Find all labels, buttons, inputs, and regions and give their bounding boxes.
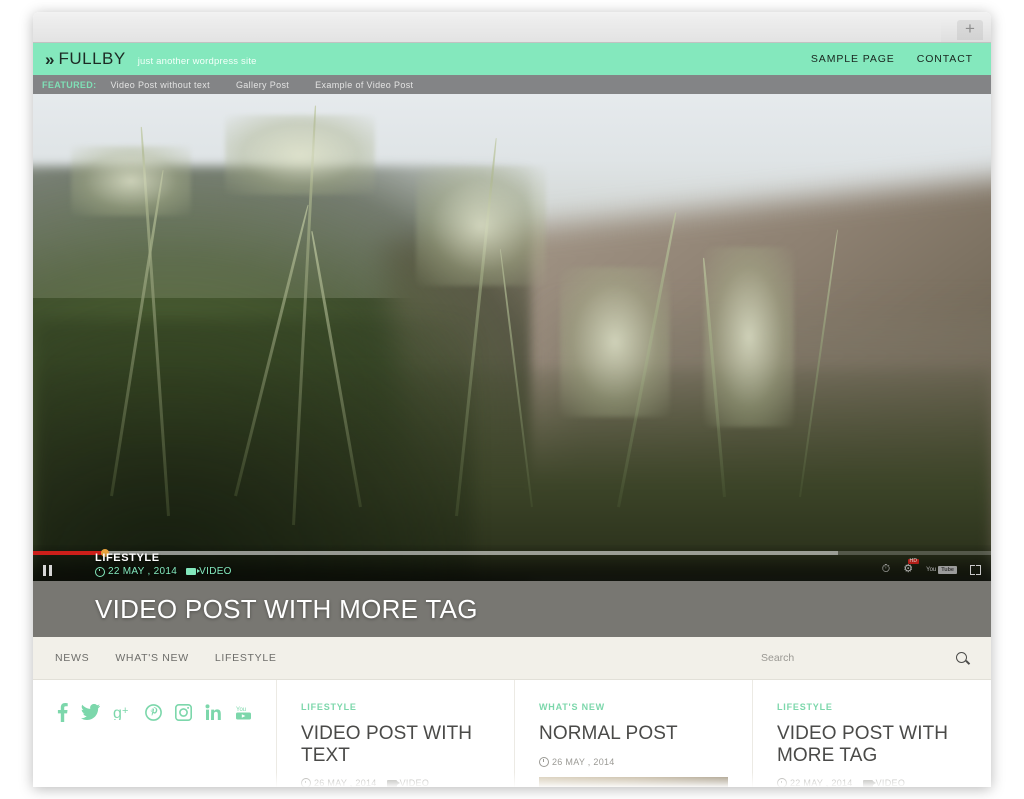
facebook-icon[interactable] [57, 702, 68, 722]
website-viewport: » FULLBY just another wordpress site SAM… [33, 43, 991, 787]
svg-text:+: + [122, 705, 128, 717]
clock-icon [539, 756, 549, 767]
post-thumbnail[interactable] [539, 776, 728, 787]
post-date: 22 MAY , 2014 [777, 778, 853, 787]
post-category[interactable]: WHAT'S NEW [539, 702, 728, 712]
post-title[interactable]: VIDEO POST WITH TEXT [301, 723, 490, 766]
nav-item-contact[interactable]: CONTACT [917, 53, 973, 65]
content-area: g+ You ⚡ [33, 680, 991, 787]
featured-item-2[interactable]: Gallery Post [236, 80, 289, 90]
brand-name: FULLBY [58, 49, 126, 68]
post-format: VIDEO [386, 778, 430, 787]
twitter-icon[interactable] [81, 702, 100, 722]
video-camera-icon [862, 779, 877, 787]
post-category[interactable]: LIFESTYLE [777, 702, 967, 712]
video-controls-left [43, 565, 52, 576]
featured-ticker: FEATURED: Video Post without text Galler… [33, 75, 991, 94]
sidebar-column: g+ You ⚡ [33, 680, 277, 787]
hero-date-text: 22 MAY , 2014 [108, 566, 178, 577]
post-card-1: LIFESTYLE VIDEO POST WITH TEXT 26 MAY , … [277, 680, 515, 787]
post-date: 26 MAY , 2014 [539, 756, 615, 767]
hero-category[interactable]: LIFESTYLE [95, 552, 232, 564]
pause-icon[interactable] [43, 565, 52, 576]
post-format-text: VIDEO [399, 778, 430, 787]
hero-video-player[interactable]: ⏱ ⚙ HD You Tube LIFESTYLE 22 MAY , 2014 … [33, 75, 991, 581]
featured-item-3[interactable]: Example of Video Post [315, 80, 413, 90]
post-meta: 26 MAY , 2014 [539, 756, 728, 767]
post-title[interactable]: NORMAL POST [539, 723, 728, 745]
clock-icon [95, 566, 105, 577]
hero-date: 22 MAY , 2014 [95, 566, 177, 577]
hd-badge: HD [907, 558, 920, 564]
post-format-text: VIDEO [875, 778, 906, 787]
hero-title[interactable]: VIDEO POST WITH MORE TAG [95, 594, 478, 625]
fullscreen-icon[interactable] [970, 564, 981, 575]
clock-icon [777, 778, 787, 787]
social-links: g + You [57, 702, 252, 722]
secondary-nav-links: NEWS WHAT'S NEW LIFESTYLE [55, 652, 277, 664]
video-controls-right: ⏱ ⚙ HD You Tube [882, 559, 981, 575]
search-input[interactable] [759, 651, 946, 665]
pinterest-icon[interactable] [145, 702, 162, 722]
youtube-box: Tube [938, 565, 957, 574]
video-camera-icon [386, 779, 401, 787]
post-card-3: LIFESTYLE VIDEO POST WITH MORE TAG 22 MA… [753, 680, 991, 787]
site-tagline: just another wordpress site [137, 56, 257, 67]
site-logo[interactable]: » FULLBY just another wordpress site [45, 49, 257, 69]
instagram-icon[interactable] [175, 702, 192, 722]
new-tab-button[interactable]: + [957, 20, 983, 40]
post-title[interactable]: VIDEO POST WITH MORE TAG [777, 723, 967, 766]
linkedin-icon[interactable] [205, 702, 222, 722]
sec-nav-item-news[interactable]: NEWS [55, 652, 89, 664]
hero-format: VIDEO [186, 566, 232, 577]
secondary-nav: NEWS WHAT'S NEW LIFESTYLE [33, 637, 991, 680]
youtube-logo-icon[interactable]: You Tube [926, 565, 957, 574]
post-format: VIDEO [862, 778, 906, 787]
post-category[interactable]: LIFESTYLE [301, 702, 490, 712]
video-camera-icon [186, 568, 200, 575]
browser-tabstrip: + [33, 20, 991, 42]
youtube-word: You [926, 566, 937, 573]
hero-title-band: VIDEO POST WITH MORE TAG [33, 581, 991, 637]
watch-later-icon[interactable]: ⏱ [882, 564, 891, 575]
primary-nav: SAMPLE PAGE CONTACT [811, 53, 973, 65]
google-plus-icon[interactable]: g + [113, 702, 132, 722]
featured-label: FEATURED: [42, 79, 97, 90]
post-meta: 22 MAY , 2014 VIDEO [777, 778, 967, 787]
search-box [759, 651, 971, 665]
post-date-text: 26 MAY , 2014 [314, 778, 377, 787]
svg-text:You: You [236, 707, 246, 713]
post-meta: 26 MAY , 2014 VIDEO [301, 778, 490, 787]
clock-icon [301, 778, 311, 787]
svg-text:g: g [113, 705, 122, 720]
sec-nav-item-lifestyle[interactable]: LIFESTYLE [215, 652, 277, 664]
browser-chrome-bar: + [33, 12, 991, 43]
hero-video-frame [33, 75, 991, 581]
sec-nav-item-whats-new[interactable]: WHAT'S NEW [115, 652, 189, 664]
post-date-text: 22 MAY , 2014 [790, 778, 853, 787]
post-date-text: 26 MAY , 2014 [552, 756, 615, 767]
nav-item-sample-page[interactable]: SAMPLE PAGE [811, 53, 895, 65]
browser-tab-active[interactable] [33, 20, 941, 42]
featured-item-1[interactable]: Video Post without text [110, 80, 209, 90]
site-header: » FULLBY just another wordpress site SAM… [33, 43, 991, 75]
post-date: 26 MAY , 2014 [301, 778, 377, 787]
youtube-icon[interactable]: You [235, 702, 252, 722]
hero-submeta: 22 MAY , 2014 VIDEO [95, 566, 232, 577]
search-icon[interactable] [956, 651, 971, 665]
hero-meta: LIFESTYLE 22 MAY , 2014 VIDEO [95, 552, 232, 577]
settings-gear-icon[interactable]: ⚙ HD [903, 559, 920, 575]
hero-format-text: VIDEO [199, 566, 232, 577]
double-chevron-icon: » [45, 50, 55, 69]
post-card-2: WHAT'S NEW NORMAL POST 26 MAY , 2014 [515, 680, 753, 787]
browser-window: + » FULLBY just another wordpress site S… [33, 12, 991, 787]
